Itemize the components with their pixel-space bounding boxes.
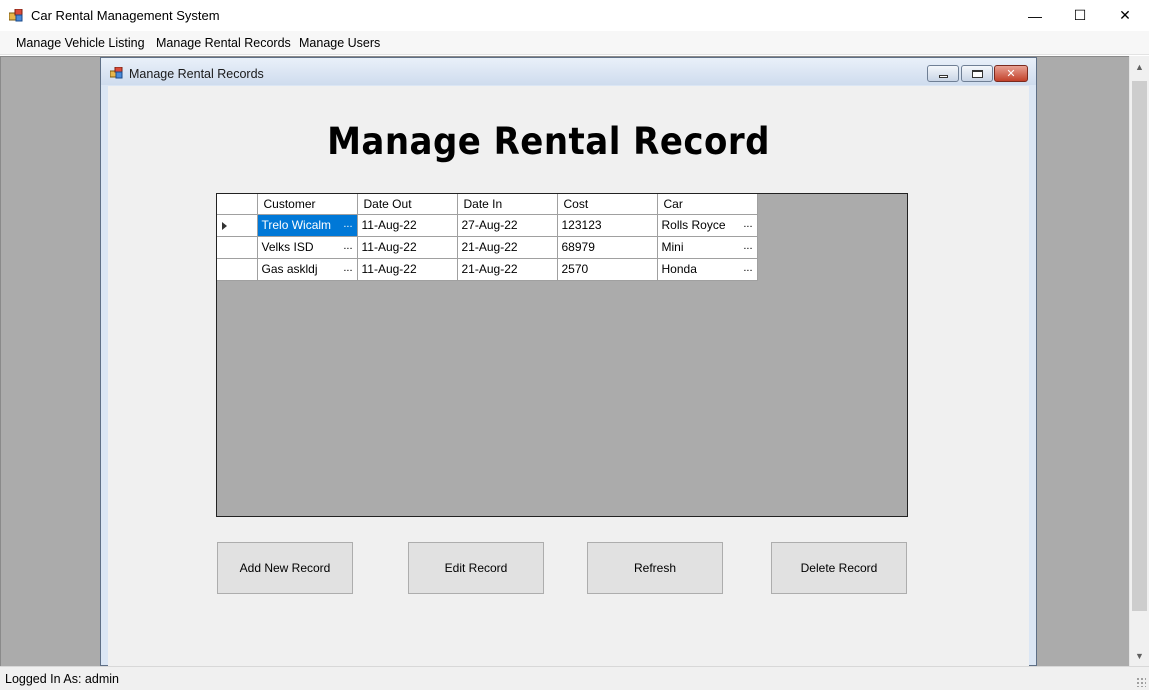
cell-ellipsis: ... <box>343 261 353 274</box>
vertical-scrollbar[interactable]: ▲ ▼ <box>1129 56 1149 666</box>
cell-ellipsis: ... <box>743 261 753 274</box>
cell-customer[interactable]: Trelo Wicalm... <box>257 214 358 237</box>
column-header-date-out[interactable]: Date Out <box>357 194 458 215</box>
cell-car-text: Mini <box>661 240 684 254</box>
table-row[interactable]: Trelo Wicalm... 11-Aug-22 27-Aug-22 1231… <box>217 214 758 237</box>
form-client-area: Manage Rental Record Customer Date Out D… <box>108 86 1029 666</box>
restore-icon <box>971 69 983 78</box>
minimize-icon: — <box>1028 7 1042 24</box>
status-logged-in: Logged In As: admin <box>5 672 119 686</box>
cell-cost[interactable]: 68979 <box>557 236 658 259</box>
menu-item-manage-users[interactable]: Manage Users <box>299 36 380 50</box>
column-header-customer[interactable]: Customer <box>257 194 358 215</box>
menu-item-manage-vehicle-listing[interactable]: Manage Vehicle Listing <box>16 36 145 50</box>
cell-date-in[interactable]: 27-Aug-22 <box>457 214 558 237</box>
page-title: Manage Rental Record <box>327 120 770 163</box>
column-header-date-in[interactable]: Date In <box>457 194 558 215</box>
cell-date-out[interactable]: 11-Aug-22 <box>357 214 458 237</box>
cell-date-in[interactable]: 21-Aug-22 <box>457 236 558 259</box>
cell-date-in[interactable]: 21-Aug-22 <box>457 258 558 281</box>
minimize-button[interactable]: — <box>1012 0 1058 31</box>
child-close-button[interactable]: ✕ <box>994 65 1028 82</box>
menu-item-manage-rental-records[interactable]: Manage Rental Records <box>156 36 291 50</box>
cell-date-out[interactable]: 11-Aug-22 <box>357 236 458 259</box>
child-window-title: Manage Rental Records <box>129 67 264 81</box>
refresh-button[interactable]: Refresh <box>587 542 723 594</box>
cell-customer-text: Velks ISD <box>261 240 314 254</box>
cell-date-out[interactable]: 11-Aug-22 <box>357 258 458 281</box>
row-header[interactable] <box>217 214 258 237</box>
maximize-icon: ☐ <box>1073 7 1087 23</box>
cell-ellipsis: ... <box>343 239 353 252</box>
cell-ellipsis: ... <box>343 217 353 230</box>
child-minimize-button[interactable] <box>927 65 959 82</box>
child-restore-button[interactable] <box>961 65 993 82</box>
add-new-record-button[interactable]: Add New Record <box>217 542 353 594</box>
column-header-cost[interactable]: Cost <box>557 194 658 215</box>
delete-record-button[interactable]: Delete Record <box>771 542 907 594</box>
app-title: Car Rental Management System <box>31 8 220 23</box>
cell-car[interactable]: Rolls Royce... <box>657 214 758 237</box>
edit-record-button[interactable]: Edit Record <box>408 542 544 594</box>
cell-car[interactable]: Mini... <box>657 236 758 259</box>
row-header-corner <box>217 194 258 215</box>
minimize-icon <box>938 74 948 78</box>
scroll-up-icon[interactable]: ▲ <box>1130 58 1149 75</box>
menu-bar: Manage Vehicle Listing Manage Rental Rec… <box>0 31 1149 55</box>
row-header[interactable] <box>217 236 258 259</box>
cell-cost[interactable]: 2570 <box>557 258 658 281</box>
scroll-down-icon[interactable]: ▼ <box>1130 647 1149 664</box>
table-row[interactable]: Gas askldj... 11-Aug-22 21-Aug-22 2570 H… <box>217 258 758 281</box>
cell-customer-text: Trelo Wicalm <box>261 218 332 232</box>
cell-ellipsis: ... <box>743 217 753 230</box>
table-row[interactable]: Velks ISD... 11-Aug-22 21-Aug-22 68979 M… <box>217 236 758 259</box>
column-header-car[interactable]: Car <box>657 194 758 215</box>
scroll-thumb[interactable] <box>1132 81 1147 611</box>
close-icon: ✕ <box>1006 68 1016 80</box>
cell-customer-text: Gas askldj <box>261 262 318 276</box>
resize-grip-icon[interactable] <box>1136 677 1146 687</box>
cell-ellipsis: ... <box>743 239 753 252</box>
cell-cost[interactable]: 123123 <box>557 214 658 237</box>
cell-car-text: Honda <box>661 262 697 276</box>
child-window-icon <box>110 67 123 79</box>
row-pointer-icon <box>222 221 227 230</box>
app-icon <box>9 9 23 22</box>
cell-car[interactable]: Honda... <box>657 258 758 281</box>
grid-header-row: Customer Date Out Date In Cost Car <box>217 194 758 215</box>
row-header[interactable] <box>217 258 258 281</box>
close-icon: ✕ <box>1119 7 1131 23</box>
rental-records-grid[interactable]: Customer Date Out Date In Cost Car Trelo… <box>216 193 908 517</box>
grid-table: Customer Date Out Date In Cost Car Trelo… <box>217 194 758 281</box>
cell-customer[interactable]: Velks ISD... <box>257 236 358 259</box>
cell-customer[interactable]: Gas askldj... <box>257 258 358 281</box>
close-button[interactable]: ✕ <box>1102 0 1148 31</box>
cell-car-text: Rolls Royce <box>661 218 726 232</box>
status-bar: Logged In As: admin <box>0 666 1149 690</box>
maximize-button[interactable]: ☐ <box>1057 0 1103 31</box>
child-window: Manage Rental Records ✕ Manage Rental Re… <box>100 57 1037 666</box>
app-titlebar: Car Rental Management System — ☐ ✕ <box>0 0 1149 31</box>
child-titlebar[interactable]: Manage Rental Records ✕ <box>101 58 1036 85</box>
